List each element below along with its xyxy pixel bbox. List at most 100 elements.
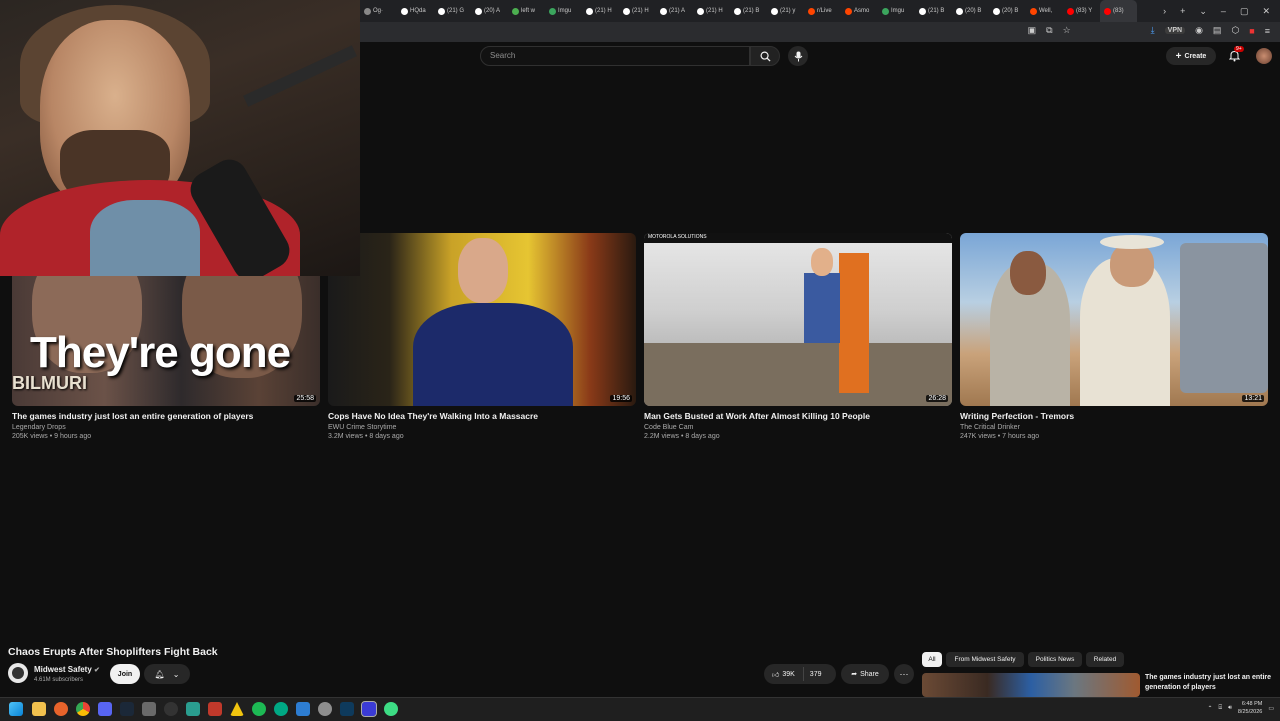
- voice-search-button[interactable]: [788, 46, 808, 66]
- tab-favicon-icon: [623, 7, 630, 15]
- extensions-icon[interactable]: ⬡: [1231, 25, 1239, 36]
- browser-tab[interactable]: (21) G: [434, 0, 471, 22]
- tab-label: (20) B: [965, 8, 982, 14]
- notification-bell-button[interactable]: 🔔︎ ⌄: [144, 664, 190, 684]
- app4-icon[interactable]: [274, 702, 288, 716]
- browser-tab[interactable]: (21) H: [582, 0, 619, 22]
- video-title[interactable]: Man Gets Busted at Work After Almost Kil…: [644, 411, 952, 421]
- browser-tab[interactable]: Well,: [1026, 0, 1063, 22]
- file-explorer-icon[interactable]: [32, 702, 46, 716]
- browser-tab[interactable]: r/Live: [804, 0, 841, 22]
- close-icon[interactable]: ✕: [1262, 6, 1270, 17]
- chrome-icon[interactable]: [76, 702, 90, 716]
- browser-tab[interactable]: (21) B: [915, 0, 952, 22]
- tray-chevron-icon[interactable]: ⌃: [1207, 705, 1212, 712]
- up-next-thumbnail[interactable]: [922, 673, 1140, 697]
- spotify-icon[interactable]: [252, 702, 266, 716]
- tab-list-icon[interactable]: ⌄: [1199, 6, 1207, 17]
- up-next-title[interactable]: The games industry just lost an entire g…: [1145, 673, 1275, 693]
- channel-name[interactable]: Code Blue Cam: [644, 424, 952, 431]
- video-card[interactable]: MOTOROLA SOLUTIONS 26:28 Man Gets Busted…: [644, 233, 952, 440]
- browser-tab[interactable]: Og·: [360, 0, 397, 22]
- search-input[interactable]: Search: [480, 46, 750, 66]
- more-actions-button[interactable]: ⋯: [894, 664, 914, 684]
- browser-tab[interactable]: (21) H: [619, 0, 656, 22]
- channel-name[interactable]: Legendary Drops: [12, 424, 320, 431]
- like-button[interactable]: 👍︎ 39K: [764, 667, 804, 681]
- channel-name[interactable]: EWU Crime Storytime: [328, 424, 636, 431]
- app5-icon[interactable]: [296, 702, 310, 716]
- app-icon[interactable]: [142, 702, 156, 716]
- video-thumbnail[interactable]: MOTOROLA SOLUTIONS 26:28: [644, 233, 952, 406]
- network-icon[interactable]: ⌸: [1218, 705, 1222, 712]
- video-thumbnail[interactable]: 19:56: [328, 233, 636, 406]
- extension-red-icon[interactable]: ■: [1249, 26, 1254, 36]
- chip-all[interactable]: All: [922, 652, 942, 667]
- steam-icon[interactable]: [120, 702, 134, 716]
- screenshot-icon[interactable]: ⧉: [1046, 25, 1052, 36]
- tab-label: (21) H: [632, 8, 649, 14]
- notification-icon[interactable]: ▭: [1268, 705, 1274, 712]
- dislike-button[interactable]: 379: [804, 671, 828, 678]
- chip-related[interactable]: Related: [1086, 652, 1124, 667]
- windows-start-icon[interactable]: [9, 702, 23, 716]
- join-button[interactable]: Join: [110, 664, 140, 684]
- create-button[interactable]: + Create: [1166, 47, 1216, 65]
- minimize-icon[interactable]: –: [1221, 6, 1226, 17]
- browser-tab[interactable]: HQda: [397, 0, 434, 22]
- channel-avatar[interactable]: [8, 663, 28, 683]
- tab-scroll-icon[interactable]: ›: [1163, 6, 1166, 17]
- volume-icon[interactable]: 🔊︎: [1228, 705, 1232, 712]
- firefox-icon[interactable]: [54, 702, 68, 716]
- share-button[interactable]: ➦ Share: [841, 664, 889, 684]
- channel-name[interactable]: The Critical Drinker: [960, 424, 1268, 431]
- browser-tab[interactable]: Imgu: [878, 0, 915, 22]
- maximize-icon[interactable]: ▢: [1240, 6, 1249, 17]
- chip-politics-news[interactable]: Politics News: [1028, 652, 1082, 667]
- app7-icon[interactable]: [384, 702, 398, 716]
- video-title[interactable]: Cops Have No Idea They're Walking Into a…: [328, 411, 636, 421]
- youtube-header: Search + Create 9+: [360, 42, 1280, 70]
- browser-tab[interactable]: (21) H: [693, 0, 730, 22]
- video-thumbnail[interactable]: 13:21: [960, 233, 1268, 406]
- app3-icon[interactable]: [208, 702, 222, 716]
- clock[interactable]: 6:48 PM 8/25/2026: [1238, 700, 1262, 716]
- chip-from-channel[interactable]: From Midwest Safety: [946, 652, 1024, 667]
- wallet-icon[interactable]: ▤: [1213, 25, 1222, 36]
- bookmark-star-icon[interactable]: ☆: [1063, 25, 1071, 36]
- app6-icon[interactable]: [340, 702, 354, 716]
- browser-tab[interactable]: (20) B: [952, 0, 989, 22]
- plus-icon: +: [1175, 50, 1182, 62]
- account-icon[interactable]: ◉: [1195, 25, 1203, 36]
- browser-tab[interactable]: (83): [1100, 0, 1137, 22]
- video-card[interactable]: 13:21 Writing Perfection - Tremors The C…: [960, 233, 1268, 440]
- warning-icon[interactable]: [230, 702, 244, 716]
- browser-tab[interactable]: (21) y: [767, 0, 804, 22]
- browser-tab[interactable]: Asmo: [841, 0, 878, 22]
- browser-tab[interactable]: (21) B: [730, 0, 767, 22]
- search-button[interactable]: [750, 46, 780, 66]
- browser-tab[interactable]: (21) A: [656, 0, 693, 22]
- discord-icon[interactable]: [98, 702, 112, 716]
- thumbnail-text: They're gone: [30, 328, 291, 377]
- cast-icon[interactable]: ▣: [1028, 25, 1037, 36]
- browser-tab[interactable]: Imgu: [545, 0, 582, 22]
- settings-gear-icon[interactable]: [318, 702, 332, 716]
- video-title[interactable]: Writing Perfection - Tremors: [960, 411, 1268, 421]
- browser-tab[interactable]: (83) Y: [1063, 0, 1100, 22]
- video-card[interactable]: 19:56 Cops Have No Idea They're Walking …: [328, 233, 636, 440]
- vpn-button[interactable]: VPN: [1164, 27, 1186, 34]
- app2-icon[interactable]: [186, 702, 200, 716]
- obs-icon[interactable]: [164, 702, 178, 716]
- watch-channel-name[interactable]: Midwest Safety ✔: [34, 665, 100, 674]
- thumbnail-text: MOTOROLA SOLUTIONS: [648, 234, 707, 240]
- video-title[interactable]: The games industry just lost an entire g…: [12, 411, 320, 421]
- active-app-icon[interactable]: [361, 701, 377, 717]
- menu-icon[interactable]: ≡: [1265, 26, 1270, 36]
- browser-tab[interactable]: left w: [508, 0, 545, 22]
- download-icon[interactable]: ⤓: [1151, 25, 1155, 36]
- browser-tab[interactable]: (20) B: [989, 0, 1026, 22]
- new-tab-icon[interactable]: +: [1180, 6, 1185, 17]
- account-avatar[interactable]: [1256, 48, 1272, 64]
- browser-tab[interactable]: (20) A: [471, 0, 508, 22]
